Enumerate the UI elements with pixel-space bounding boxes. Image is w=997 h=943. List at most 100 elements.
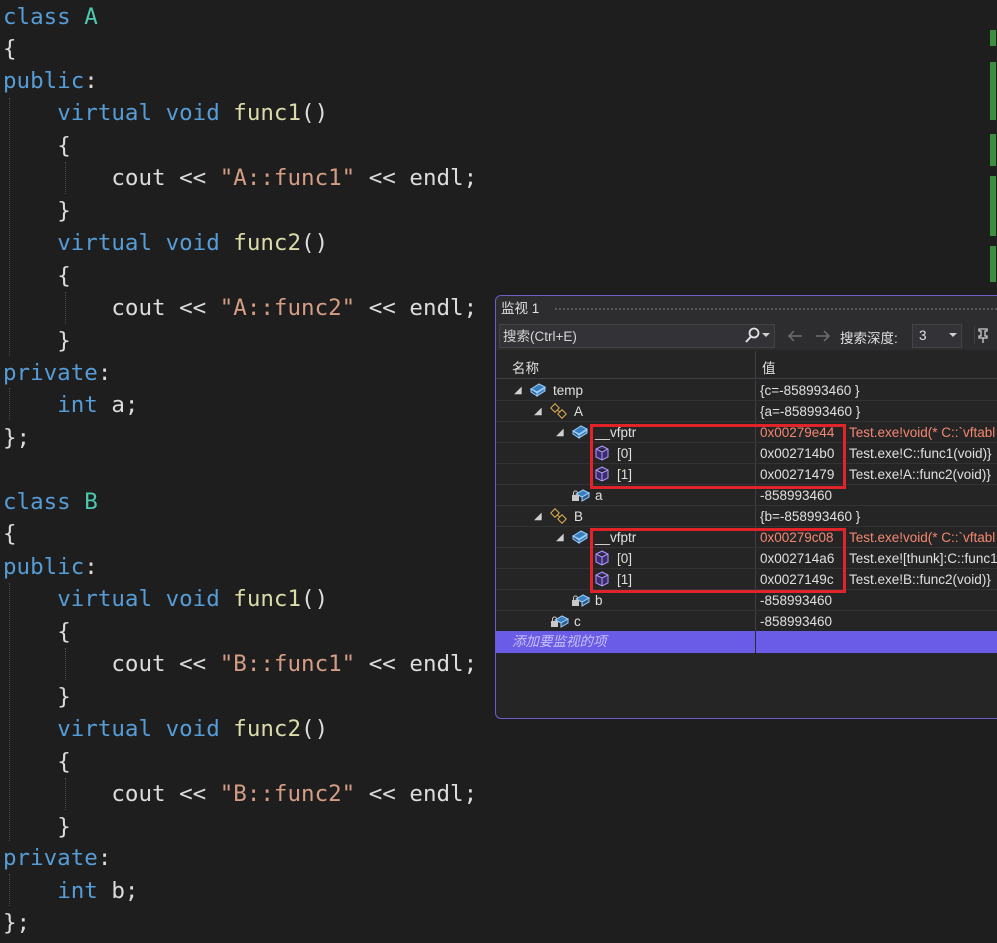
function-name: func1 — [233, 100, 302, 126]
code-line: { — [3, 260, 71, 292]
watch-row[interactable]: ◢ B {b=-858993460 } — [496, 506, 997, 527]
watch-row[interactable]: a -858993460 — [496, 485, 997, 506]
keyword-void: void — [165, 230, 220, 256]
watch-window[interactable]: 监视 1 搜索深度: 3 名称 值 ◢ temp — [495, 295, 997, 719]
collapse-toggle-icon[interactable]: ◢ — [514, 380, 522, 401]
punct: : — [97, 360, 112, 386]
row-name: a — [595, 488, 603, 503]
code-line: int b; — [3, 875, 138, 907]
watch-row[interactable]: ◢ __vfptr 0x00279c08 Test.exe!void(* C::… — [496, 527, 997, 548]
brace: } — [57, 684, 71, 710]
collapse-toggle-icon[interactable]: ◢ — [534, 506, 542, 527]
arrow-left-icon[interactable] — [786, 329, 804, 343]
punct: () — [301, 230, 329, 256]
row-name: A — [574, 404, 584, 419]
search-depth-select[interactable]: 3 — [912, 324, 962, 348]
column-divider — [755, 380, 756, 400]
code-line: { — [3, 746, 71, 778]
identifier-endl: endl — [409, 651, 464, 677]
base-class-icon — [550, 403, 567, 419]
row-name: [0] — [617, 446, 633, 461]
operator: << — [179, 165, 207, 191]
brace: }; — [3, 425, 31, 451]
code-line: class B — [3, 486, 98, 518]
search-icon[interactable] — [744, 327, 760, 345]
search-box[interactable] — [499, 324, 775, 348]
punct: ; — [463, 651, 478, 677]
arrow-right-icon[interactable] — [814, 329, 832, 343]
watch-row[interactable]: ◢ temp {c=-858993460 } — [496, 380, 997, 401]
code-line: }; — [3, 907, 30, 939]
brace: { — [3, 521, 17, 547]
column-divider — [755, 569, 756, 589]
change-marker — [990, 30, 996, 46]
drag-grip[interactable] — [554, 307, 997, 311]
code-line: cout << "A::func1" << endl; — [3, 162, 477, 194]
row-name: b — [595, 593, 603, 608]
code-line: cout << "B::func2" << endl; — [3, 778, 477, 810]
collapse-toggle-icon[interactable]: ◢ — [556, 527, 564, 548]
change-marker — [990, 176, 996, 236]
identifier-member: a — [111, 392, 125, 418]
row-type: Test.exe![thunk]:C::func1 — [849, 551, 997, 566]
code-line: virtual void func1() — [3, 583, 328, 615]
code-line: private: — [3, 357, 111, 389]
keyword-virtual: virtual — [57, 586, 153, 612]
keyword-private: private — [3, 845, 98, 871]
add-watch-item-label[interactable]: 添加要监视的项 — [512, 631, 607, 653]
keyword-int: int — [57, 392, 98, 418]
column-divider[interactable] — [755, 351, 756, 378]
brace: }; — [3, 910, 31, 936]
code-line: } — [3, 811, 71, 843]
watch-row[interactable]: b -858993460 — [496, 590, 997, 611]
string-literal: "B::func2" — [219, 781, 356, 807]
code-line: private: — [3, 842, 111, 874]
watch-row[interactable]: c -858993460 — [496, 611, 997, 632]
watch-row[interactable]: ◢ A {a=-858993460 } — [496, 401, 997, 422]
punct: : — [84, 554, 98, 580]
code-line: } — [3, 195, 71, 227]
row-name: B — [574, 509, 584, 524]
watch-title-bar[interactable]: 监视 1 — [496, 296, 997, 322]
row-value: 0x002714b0 — [760, 446, 835, 461]
keyword-void: void — [165, 586, 220, 612]
code-line: { — [3, 616, 71, 648]
row-type: Test.exe!C::func1(void)} — [849, 446, 992, 461]
watch-row[interactable]: [0] 0x002714b0 Test.exe!C::func1(void)} — [496, 443, 997, 464]
string-literal: "A::func2" — [219, 295, 356, 321]
add-watch-item-row[interactable]: 添加要监视的项 — [496, 631, 997, 653]
chevron-down-icon[interactable] — [762, 333, 770, 338]
operator: << — [368, 781, 396, 807]
column-name-header[interactable]: 名称 — [512, 357, 539, 377]
brace: { — [3, 36, 17, 62]
search-input[interactable] — [503, 327, 733, 345]
column-value-header[interactable]: 值 — [762, 357, 776, 377]
watch-row[interactable]: [0] 0x002714a6 Test.exe![thunk]:C::func1 — [496, 548, 997, 569]
collapse-toggle-icon[interactable]: ◢ — [534, 401, 542, 422]
object-icon — [571, 425, 589, 439]
watch-row[interactable]: [1] 0x00271479 Test.exe!A::func2(void)} — [496, 464, 997, 485]
column-divider — [755, 422, 756, 442]
pin-icon[interactable] — [974, 326, 990, 344]
watch-row[interactable]: [1] 0x0027149c Test.exe!B::func2(void)} — [496, 569, 997, 590]
punct: () — [301, 586, 329, 612]
punct: () — [301, 716, 329, 742]
identifier-cout: cout — [111, 295, 166, 321]
method-cube-icon — [595, 445, 609, 461]
identifier-cout: cout — [111, 651, 166, 677]
punct: ; — [463, 781, 478, 807]
operator: << — [179, 295, 207, 321]
code-line: }; — [3, 422, 30, 454]
operator: << — [368, 651, 396, 677]
watch-row[interactable]: ◢ __vfptr 0x00279e44 Test.exe!void(* C::… — [496, 422, 997, 443]
collapse-toggle-icon[interactable]: ◢ — [556, 422, 564, 443]
punct: ; — [124, 878, 139, 904]
row-name: temp — [553, 383, 584, 398]
private-field-icon — [572, 594, 591, 607]
operator: << — [179, 651, 207, 677]
column-divider — [755, 611, 756, 631]
row-value: -858993460 — [760, 593, 833, 608]
code-line: cout << "B::func1" << endl; — [3, 648, 477, 680]
row-name: __vfptr — [595, 530, 637, 545]
row-value: 0x00279c08 — [760, 530, 834, 545]
